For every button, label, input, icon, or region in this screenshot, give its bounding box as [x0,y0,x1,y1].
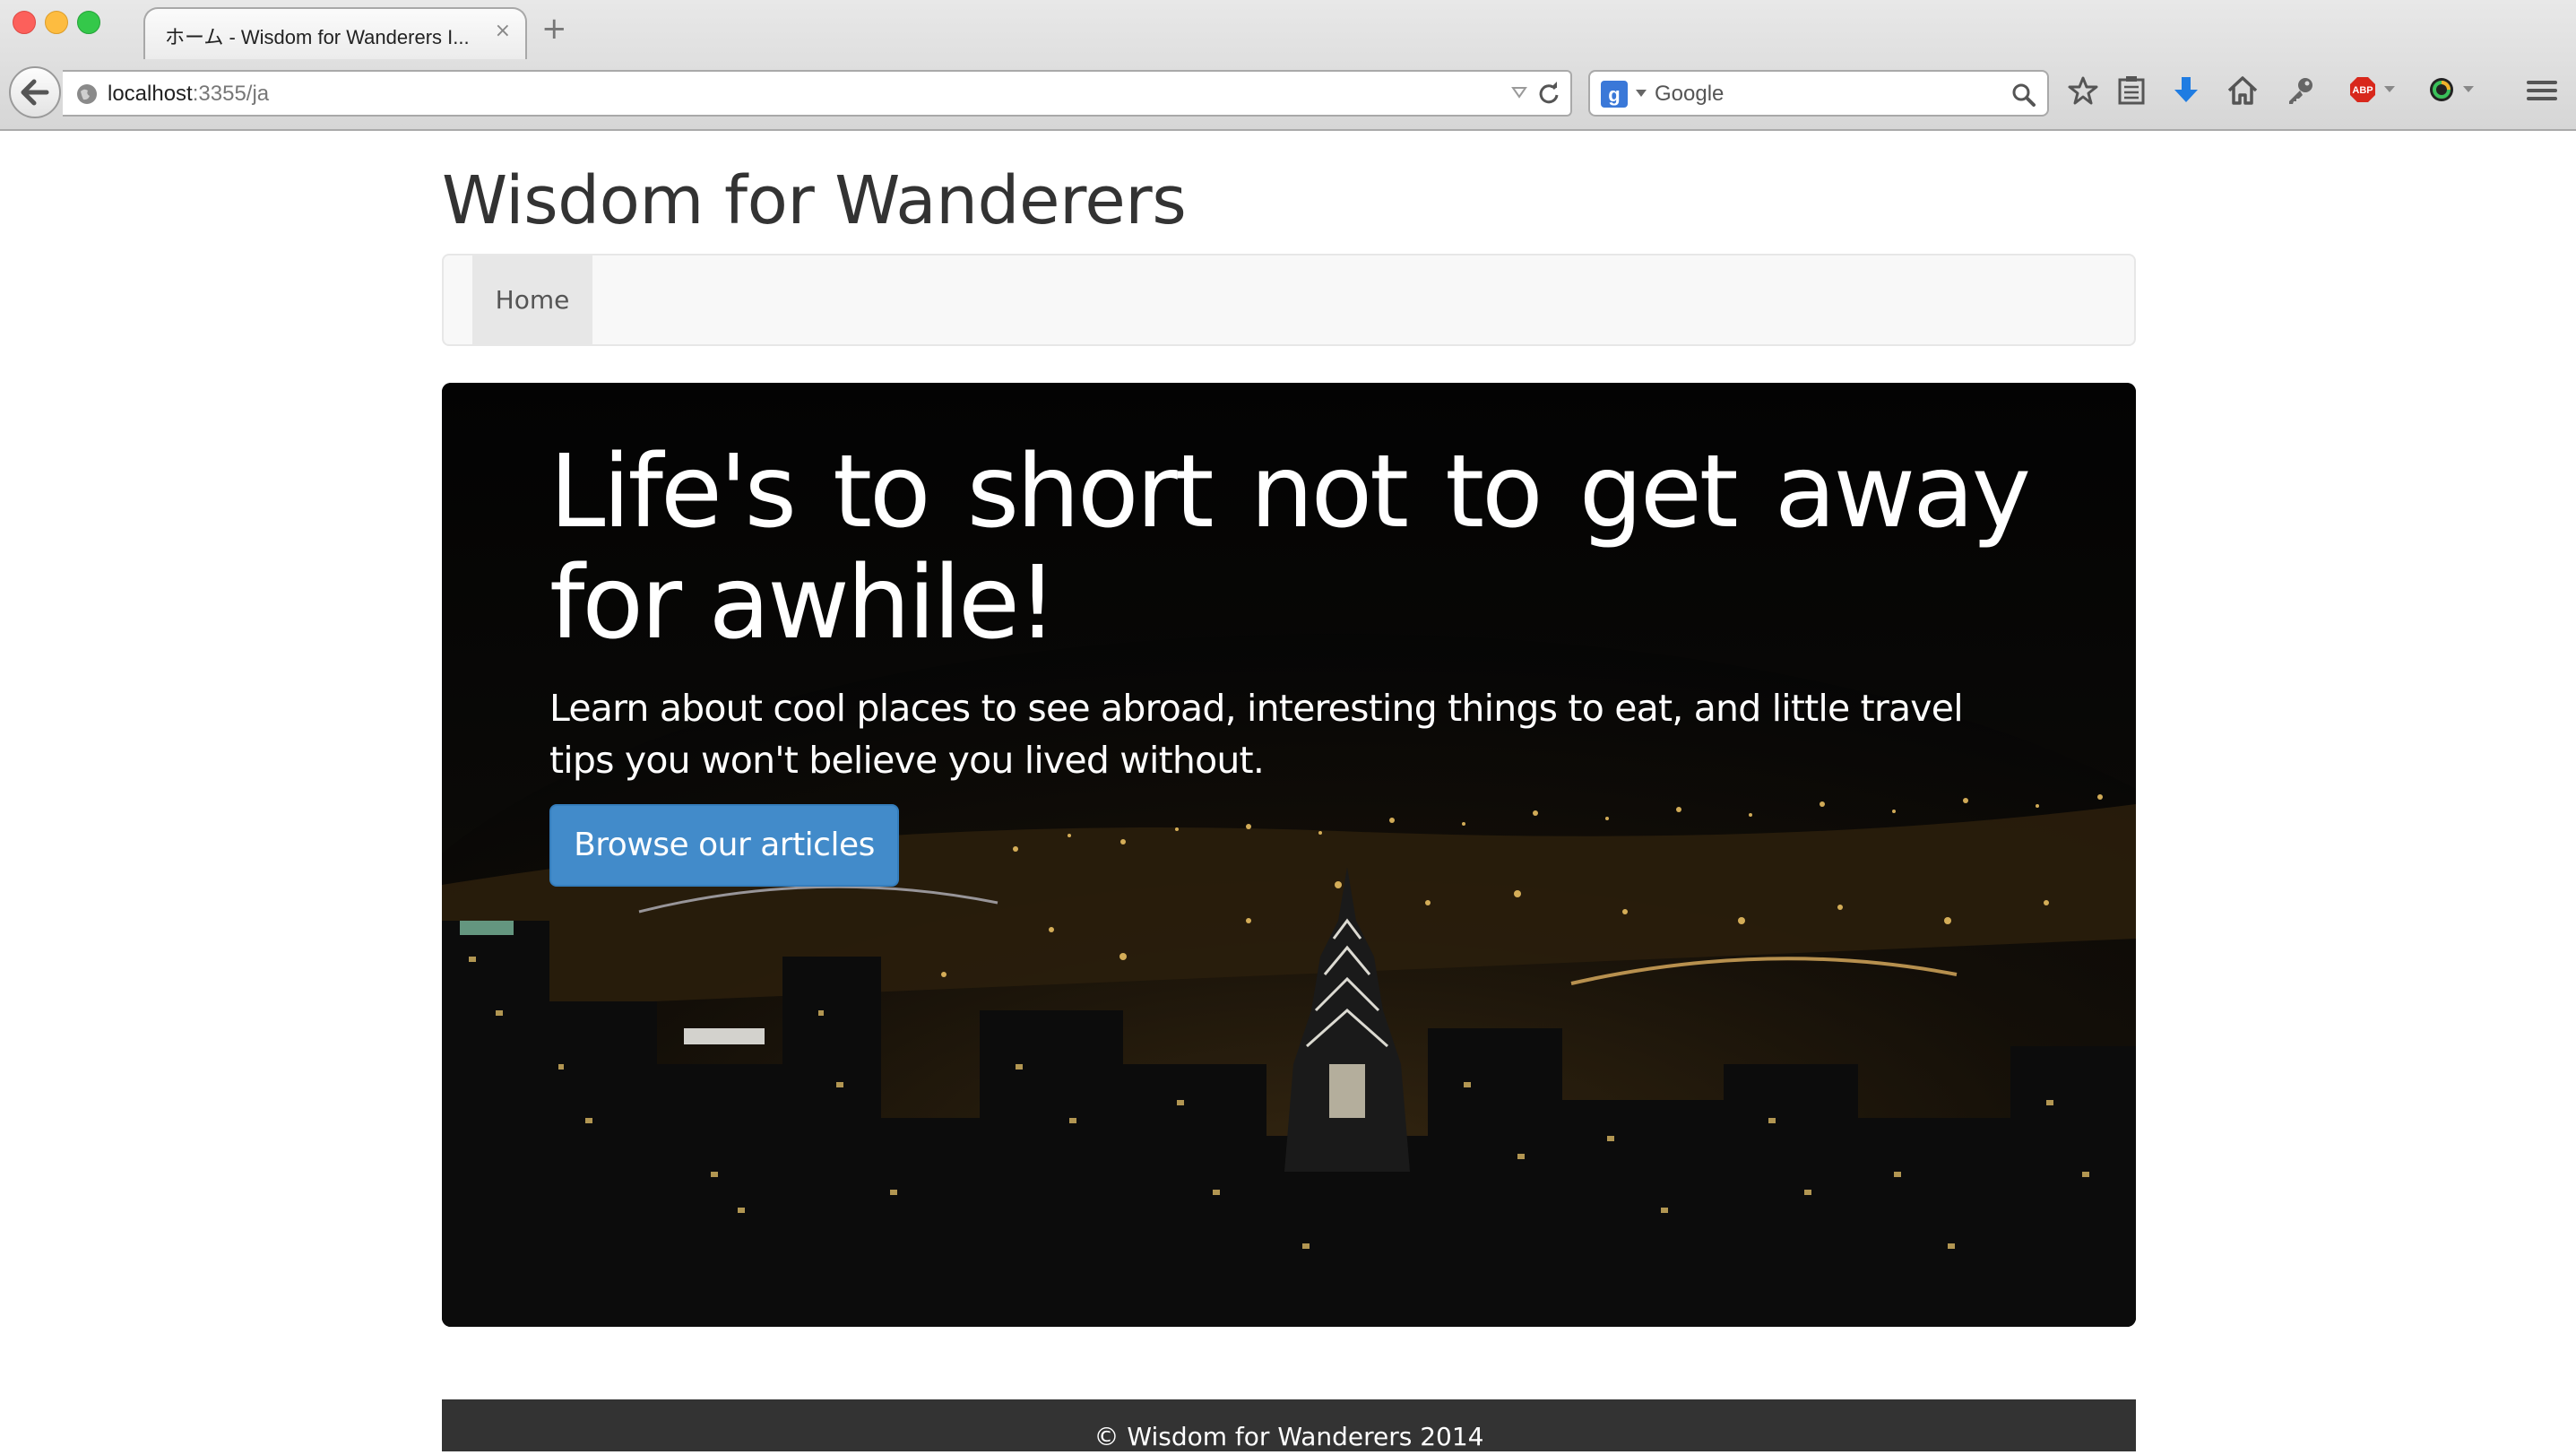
bookmark-star-icon[interactable] [2067,75,2099,108]
hero-headline: Life's to short not to get away for awhi… [549,434,2031,662]
browse-articles-button[interactable]: Browse our articles [549,804,899,887]
site-navbar: Home [442,254,2136,346]
menu-icon[interactable] [2526,75,2558,106]
site-title: Wisdom for Wanderers [442,162,1187,239]
home-icon[interactable] [2226,75,2259,106]
svg-text:g: g [1608,83,1620,106]
hero-jumbotron: Life's to short not to get away for awhi… [442,383,2136,1327]
reload-icon[interactable] [1536,81,1561,106]
downloads-icon[interactable] [2173,75,2200,106]
browser-chrome: ホーム - Wisdom for Wanderers I... × + loca… [0,0,2576,131]
chevron-down-icon[interactable] [1635,88,1647,99]
url-path: :3355/ja [192,82,270,106]
svg-text:ABP: ABP [2352,85,2373,96]
reading-list-icon[interactable] [2117,75,2146,106]
search-placeholder: Google [1655,82,1725,106]
window-close-button[interactable] [13,11,36,34]
globe-icon [77,84,97,104]
nav-item-home[interactable]: Home [472,255,592,344]
back-arrow-icon [21,79,49,106]
browser-tab-active[interactable]: ホーム - Wisdom for Wanderers I... × [143,7,527,59]
browser-navbar: localhost:3355/ja g Google ABP [0,57,2576,129]
search-bar[interactable]: g Google [1588,70,2049,117]
url-bar[interactable]: localhost:3355/ja [63,70,1572,117]
color-picker-icon[interactable] [2427,75,2481,106]
url-host: localhost [108,82,193,106]
url-dropdown-icon[interactable] [1511,84,1527,100]
adblock-icon[interactable]: ABP [2348,75,2402,106]
search-icon[interactable] [2011,82,2036,108]
footer-copyright: © Wisdom for Wanderers 2014 [1094,1422,1484,1451]
key-icon[interactable] [2286,75,2316,106]
new-tab-button[interactable]: + [541,11,567,47]
back-button[interactable] [9,66,61,118]
google-engine-icon[interactable]: g [1601,81,1628,108]
tab-strip: ホーム - Wisdom for Wanderers I... × + [0,0,2576,59]
window-minimize-button[interactable] [45,11,68,34]
tab-close-icon[interactable]: × [495,20,511,42]
site-footer: © Wisdom for Wanderers 2014 [442,1399,2136,1451]
window-maximize-button[interactable] [77,11,100,34]
hero-lead-text: Learn about cool places to see abroad, i… [549,687,1964,782]
tab-title: ホーム - Wisdom for Wanderers I... [165,26,470,48]
url-text: localhost:3355/ja [108,82,269,107]
